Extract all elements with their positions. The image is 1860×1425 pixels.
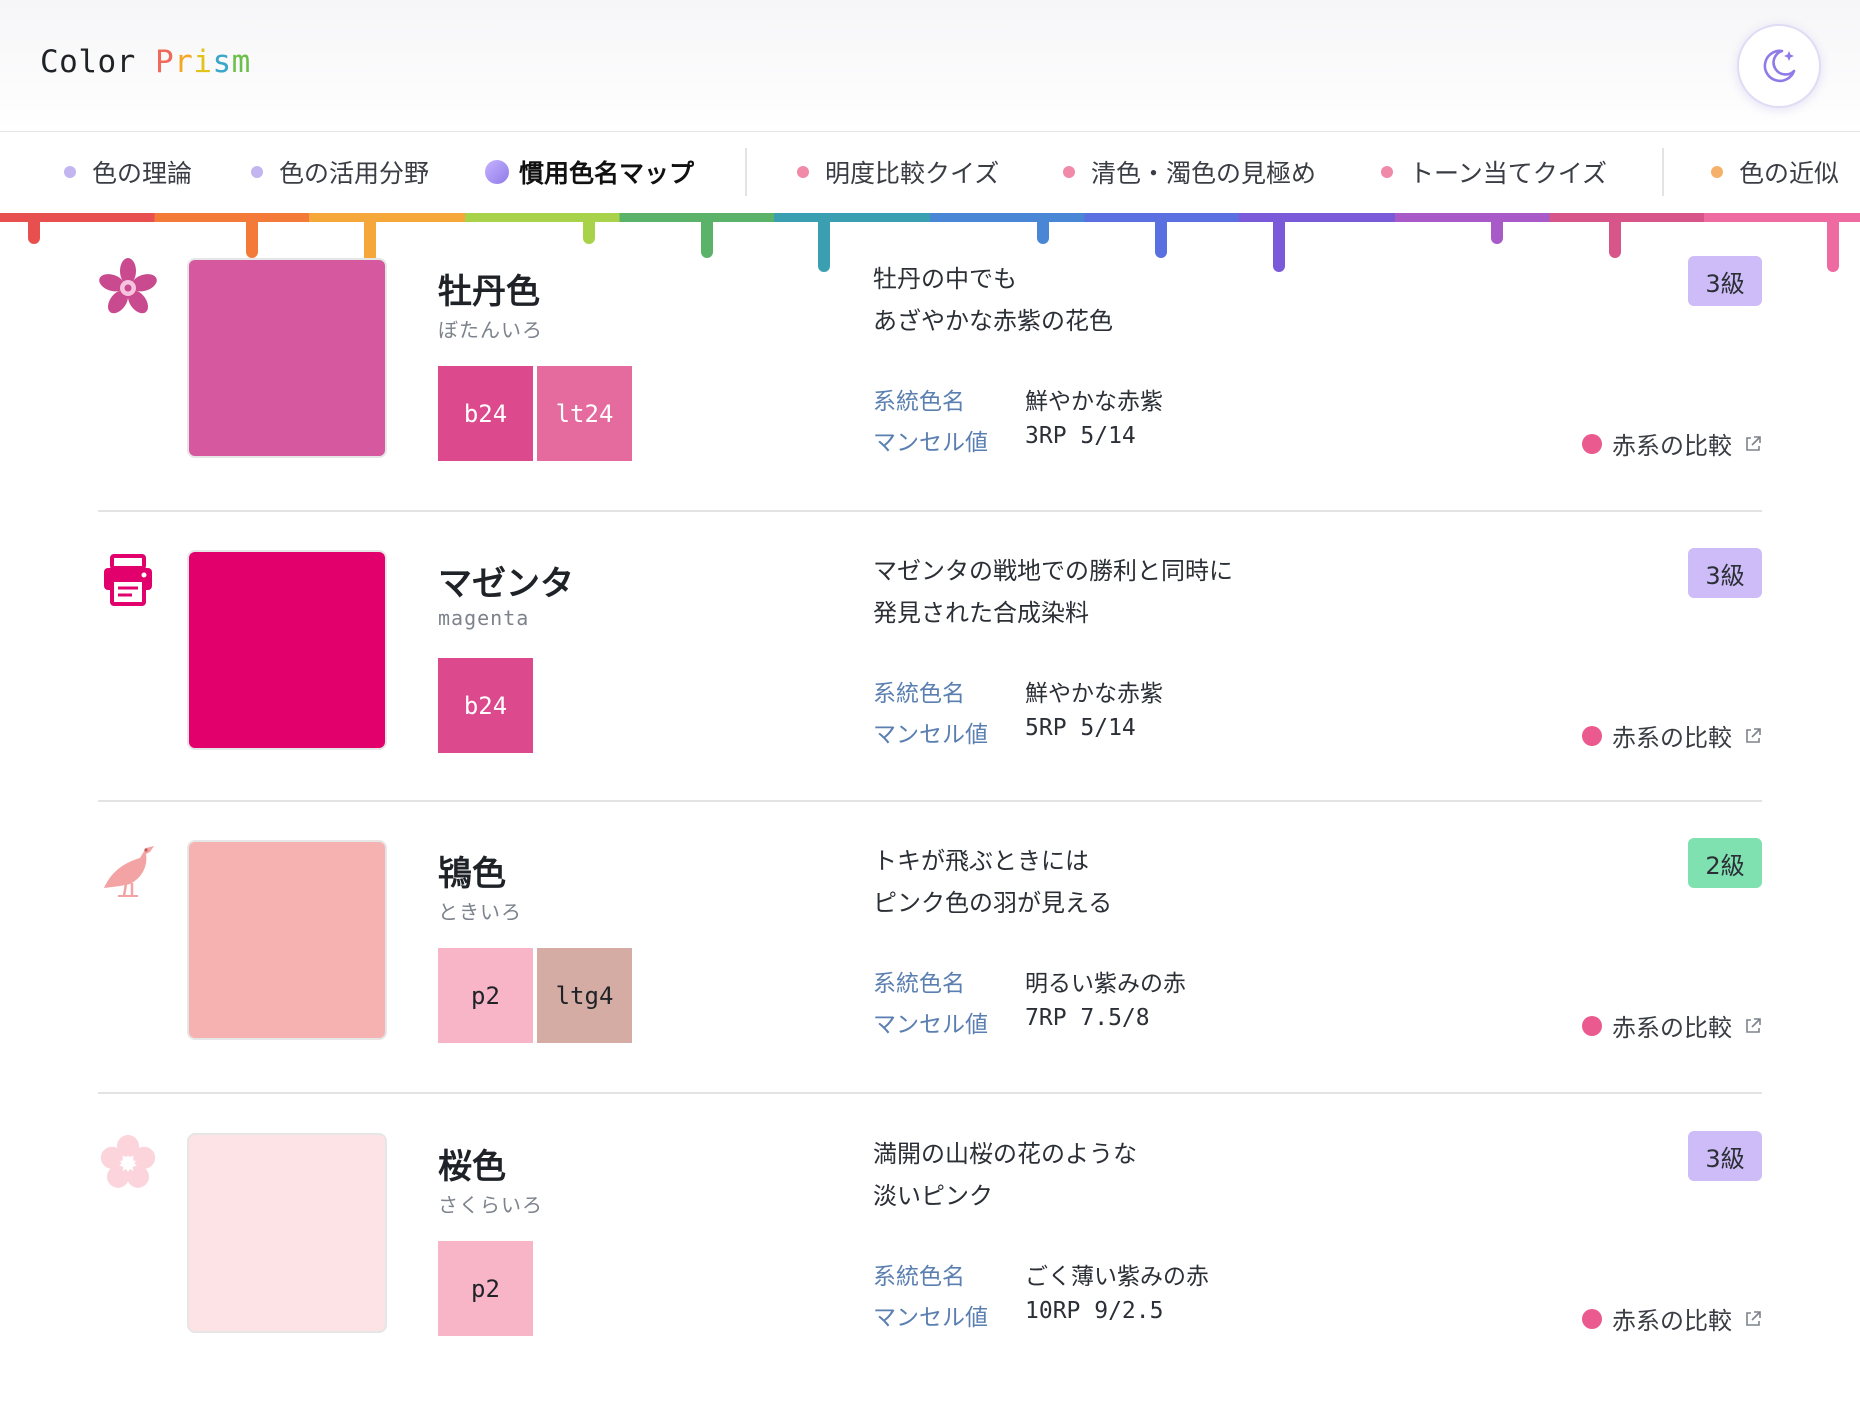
grade-badge: 3級 (1688, 548, 1762, 598)
systematic-name: 系統色名 明るい紫みの赤 (873, 971, 1186, 997)
nav-item-label: 清色・濁色の見極め (1091, 159, 1317, 188)
rainbow-drip (28, 218, 40, 244)
nav-dot-icon (1711, 166, 1723, 178)
rainbow-drip (1609, 218, 1621, 258)
tone-chip[interactable]: lt24 (537, 366, 632, 461)
color-name: 牡丹色 (438, 272, 540, 312)
app-header: Color Prism (0, 0, 1860, 132)
nav-dot-icon (64, 166, 76, 178)
color-row-sakura: 桜色 さくらいろ p2 満開の山桜の花のような 淡いピンク 系統色名 ごく薄い紫み… (98, 1131, 1762, 1425)
tone-chips: b24 (438, 658, 533, 753)
compare-link[interactable]: 赤系の比較 (1582, 1301, 1762, 1336)
row-divider (98, 800, 1762, 802)
tone-chips: b24 lt24 (438, 366, 632, 461)
tone-chip[interactable]: p2 (438, 948, 533, 1043)
grade-badge: 3級 (1688, 256, 1762, 306)
rainbow-drip (1827, 218, 1839, 272)
nav-item-label: 色の近似 (1739, 159, 1840, 188)
color-reading: ときいろ (438, 900, 522, 924)
color-description: マゼンタの戦地での勝利と同時に 発見された合成染料 (873, 557, 1233, 627)
color-reading: ぼたんいろ (438, 318, 543, 342)
rainbow-drip (246, 218, 258, 258)
systematic-name: 系統色名 鮮やかな赤紫 (873, 681, 1163, 707)
color-swatch (187, 258, 387, 458)
top-navigation: 色の理論 色の活用分野 慣用色名マップ 明度比較クイズ 清色・濁色の見極め トー… (0, 132, 1860, 212)
tone-chip[interactable]: b24 (438, 366, 533, 461)
nav-divider (1662, 148, 1664, 196)
tone-chip[interactable]: b24 (438, 658, 533, 753)
munsell-value: マンセル値 5RP 5/14 (873, 715, 1136, 748)
nav-item-label: トーン当てクイズ (1409, 159, 1608, 188)
color-description: 牡丹の中でも あざやかな赤紫の花色 (873, 265, 1113, 335)
rainbow-drip (583, 218, 595, 244)
color-reading: magenta (438, 606, 530, 630)
grade-badge: 2級 (1688, 838, 1762, 888)
theme-toggle-button[interactable] (1737, 24, 1821, 108)
nav-item-color-usage[interactable]: 色の活用分野 (251, 132, 429, 212)
compare-dot-icon (1582, 1015, 1602, 1036)
rainbow-bar (0, 213, 1860, 222)
nav-item-color-theory[interactable]: 色の理論 (64, 132, 192, 212)
color-name: マゼンタ (438, 564, 574, 604)
nav-item-label: 明度比較クイズ (825, 159, 1000, 188)
nav-item-clear-dull[interactable]: 清色・濁色の見極め (1063, 132, 1316, 212)
nav-item-label: 色の活用分野 (279, 159, 430, 188)
compare-dot-icon (1582, 1308, 1602, 1329)
cherry-blossom-icon (100, 1135, 156, 1188)
compare-link[interactable]: 赤系の比較 (1582, 1008, 1762, 1043)
row-divider (98, 510, 1762, 512)
rainbow-drip (701, 218, 713, 258)
nav-dot-icon (797, 166, 809, 178)
compare-link[interactable]: 赤系の比較 (1582, 718, 1762, 753)
nav-dot-icon (1381, 166, 1393, 178)
color-reading: さくらいろ (438, 1193, 543, 1217)
munsell-value: マンセル値 7RP 7.5/8 (873, 1005, 1150, 1038)
nav-item-color-approx[interactable]: 色の近似 (1711, 132, 1839, 212)
systematic-name: 系統色名 鮮やかな赤紫 (873, 389, 1163, 415)
external-link-icon (1746, 435, 1761, 451)
compare-dot-icon (1582, 433, 1602, 454)
color-row-magenta: マゼンタ magenta b24 マゼンタの戦地での勝利と同時に 発見された合成… (98, 548, 1762, 842)
nav-item-label: 色の理論 (92, 159, 193, 188)
external-link-icon (1746, 1310, 1761, 1326)
nav-item-tone-quiz[interactable]: トーン当てクイズ (1381, 132, 1607, 212)
color-name: 鴇色 (438, 854, 506, 894)
tone-chips: p2 ltg4 (438, 948, 632, 1043)
tone-chip[interactable]: p2 (438, 1241, 533, 1336)
color-row-toki: 鴇色 ときいろ p2 ltg4 トキが飛ぶときには ピンク色の羽が見える 系統色… (98, 838, 1762, 1132)
peony-flower-icon (99, 258, 157, 314)
grade-badge: 3級 (1688, 1131, 1762, 1181)
app-logo[interactable]: Color Prism (40, 44, 251, 80)
nav-item-color-name-map[interactable]: 慣用色名マップ (485, 132, 694, 212)
tone-chips: p2 (438, 1241, 533, 1336)
munsell-value: マンセル値 3RP 5/14 (873, 423, 1136, 456)
external-link-icon (1746, 727, 1761, 743)
rainbow-drip (1037, 218, 1049, 244)
nav-dot-icon (251, 166, 263, 178)
color-name: 桜色 (438, 1147, 506, 1187)
color-row-botan: 牡丹色 ぼたんいろ b24 lt24 牡丹の中でも あざやかな赤紫の花色 系統色… (98, 256, 1762, 550)
moon-sparkle-icon (1763, 49, 1796, 83)
color-swatch (187, 1133, 387, 1333)
row-divider (98, 1092, 1762, 1094)
systematic-name: 系統色名 ごく薄い紫みの赤 (873, 1264, 1209, 1290)
tone-chip[interactable]: ltg4 (537, 948, 632, 1043)
nav-dot-icon (485, 160, 509, 184)
nav-divider (745, 148, 747, 196)
color-description: 満開の山桜の花のような 淡いピンク (873, 1140, 1137, 1210)
color-swatch (187, 840, 387, 1040)
rainbow-drip (1491, 218, 1503, 244)
nav-dot-icon (1063, 166, 1075, 178)
rainbow-drip (1155, 218, 1167, 258)
color-description: トキが飛ぶときには ピンク色の羽が見える (873, 847, 1113, 917)
nav-item-label: 慣用色名マップ (519, 159, 695, 188)
external-link-icon (1746, 1017, 1761, 1033)
munsell-value: マンセル値 10RP 9/2.5 (873, 1298, 1164, 1331)
compare-link[interactable]: 赤系の比較 (1582, 426, 1762, 461)
printer-icon (104, 554, 152, 606)
nav-item-lightness-quiz[interactable]: 明度比較クイズ (797, 132, 999, 212)
compare-dot-icon (1582, 725, 1602, 746)
color-swatch (187, 550, 387, 750)
ibis-bird-icon (104, 846, 154, 897)
